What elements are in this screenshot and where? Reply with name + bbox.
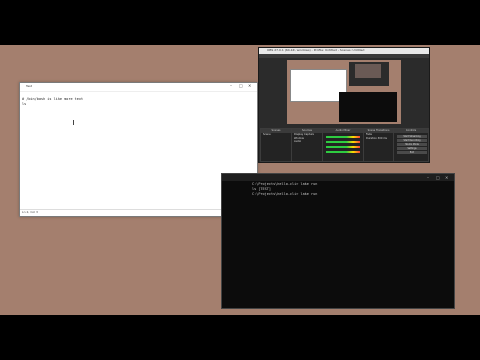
volume-meter xyxy=(326,141,360,143)
close-icon[interactable]: ✕ xyxy=(248,83,251,88)
minimize-icon[interactable]: – xyxy=(230,83,232,88)
mixer-header: Audio Mixer xyxy=(323,129,363,133)
maximize-icon[interactable]: □ xyxy=(436,175,440,180)
text-cursor xyxy=(73,120,74,125)
terminal-line: C:\Projects\hello-cli> lake run xyxy=(252,192,318,196)
maximize-icon[interactable]: □ xyxy=(239,83,243,88)
controls-header: Controls xyxy=(394,129,428,133)
obs-title-bar[interactable]: OBS 27.0.1 (64-bit, windows) - Profile: … xyxy=(259,48,429,54)
source-item[interactable]: Audio xyxy=(292,140,322,144)
obs-window[interactable]: OBS 27.0.1 (64-bit, windows) - Profile: … xyxy=(258,47,430,163)
scene-item[interactable]: Scene xyxy=(261,133,291,137)
start-streaming-button[interactable]: Start Streaming xyxy=(397,135,427,138)
preview-obs xyxy=(349,62,389,86)
notepad-title-bar[interactable]: Test – □ ✕ xyxy=(20,83,257,92)
duration-field[interactable]: Duration 300 ms xyxy=(364,137,393,141)
text-line: ls xyxy=(22,102,27,106)
audio-mixer-dock[interactable]: Audio Mixer xyxy=(322,128,364,162)
obs-preview[interactable] xyxy=(287,60,401,124)
sources-dock[interactable]: Sources Display Capture Window Audio xyxy=(291,128,323,162)
scenes-dock[interactable]: Scenes Scene xyxy=(260,128,292,162)
volume-meter xyxy=(326,146,360,148)
transitions-dock[interactable]: Scene Transitions Fade Duration 300 ms xyxy=(363,128,394,162)
terminal-output[interactable]: C:\Projects\hello-cli> lake run ls [TEST… xyxy=(252,182,317,197)
volume-meter xyxy=(326,136,360,138)
terminal-title-bar[interactable]: – □ ✕ xyxy=(222,174,454,181)
obs-menu-bar[interactable] xyxy=(259,54,429,58)
close-icon[interactable]: ✕ xyxy=(445,175,448,180)
studio-mode-button[interactable]: Studio Mode xyxy=(397,143,427,146)
obs-docks: Scenes Scene Sources Display Capture Win… xyxy=(260,128,429,162)
controls-dock[interactable]: Controls Start Streaming Start Recording… xyxy=(393,128,429,162)
volume-meter xyxy=(326,151,360,153)
notepad-title: Test xyxy=(26,84,32,88)
exit-button[interactable]: Exit xyxy=(397,151,427,154)
preview-terminal xyxy=(339,92,397,122)
minimize-icon[interactable]: – xyxy=(427,175,429,180)
settings-button[interactable]: Settings xyxy=(397,147,427,150)
terminal-window[interactable]: – □ ✕ C:\Projects\hello-cli> lake run ls… xyxy=(221,173,455,309)
obs-title: OBS 27.0.1 (64-bit, windows) - Profile: … xyxy=(267,48,365,52)
start-recording-button[interactable]: Start Recording xyxy=(397,139,427,142)
